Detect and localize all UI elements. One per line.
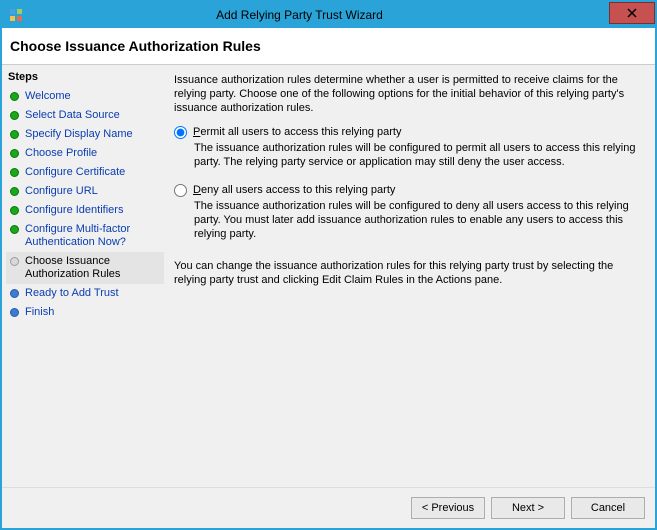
step-bullet-icon <box>10 168 19 177</box>
step-8: Choose Issuance Authorization Rules <box>6 252 164 284</box>
radio-permit-description: The issuance authorization rules will be… <box>194 141 645 169</box>
step-9[interactable]: Ready to Add Trust <box>6 284 164 303</box>
step-0[interactable]: Welcome <box>6 87 164 106</box>
step-bullet-icon <box>10 206 19 215</box>
footer: < Previous Next > Cancel <box>2 487 655 528</box>
step-bullet-icon <box>10 225 19 234</box>
previous-button[interactable]: < Previous <box>411 497 485 519</box>
step-link[interactable]: Ready to Add Trust <box>25 287 119 300</box>
page-title: Choose Issuance Authorization Rules <box>10 38 647 54</box>
option-permit[interactable]: Permit all users to access this relying … <box>174 125 645 139</box>
intro-text: Issuance authorization rules determine w… <box>174 73 645 115</box>
close-button[interactable] <box>609 2 655 24</box>
step-link[interactable]: Select Data Source <box>25 109 120 122</box>
step-bullet-icon <box>10 308 19 317</box>
step-bullet-icon <box>10 111 19 120</box>
step-2[interactable]: Specify Display Name <box>6 125 164 144</box>
radio-deny-description: The issuance authorization rules will be… <box>194 199 645 241</box>
option-deny[interactable]: Deny all users access to this relying pa… <box>174 183 645 197</box>
window-title: Add Relying Party Trust Wizard <box>30 8 609 22</box>
step-link[interactable]: Configure Multi-factor Authentication No… <box>25 223 160 249</box>
cancel-button[interactable]: Cancel <box>571 497 645 519</box>
step-bullet-icon <box>10 130 19 139</box>
step-link[interactable]: Welcome <box>25 90 71 103</box>
next-button[interactable]: Next > <box>491 497 565 519</box>
step-link[interactable]: Choose Profile <box>25 147 97 160</box>
step-bullet-icon <box>10 187 19 196</box>
step-bullet-icon <box>10 149 19 158</box>
step-bullet-icon <box>10 257 19 266</box>
step-7[interactable]: Configure Multi-factor Authentication No… <box>6 220 164 252</box>
titlebar: Add Relying Party Trust Wizard <box>2 2 655 28</box>
step-link[interactable]: Specify Display Name <box>25 128 133 141</box>
step-bullet-icon <box>10 92 19 101</box>
radio-permit[interactable] <box>174 126 187 139</box>
steps-sidebar: Steps Welcome Select Data Source Specify D… <box>2 65 164 487</box>
radio-deny-label[interactable]: Deny all users access to this relying pa… <box>193 183 395 197</box>
app-icon <box>8 7 24 23</box>
step-1[interactable]: Select Data Source <box>6 106 164 125</box>
content-pane: Issuance authorization rules determine w… <box>164 65 655 487</box>
step-link[interactable]: Finish <box>25 306 54 319</box>
step-link[interactable]: Configure Identifiers <box>25 204 123 217</box>
step-5[interactable]: Configure URL <box>6 182 164 201</box>
steps-label: Steps <box>6 69 164 87</box>
wizard-body: Steps Welcome Select Data Source Specify D… <box>2 65 655 487</box>
step-10[interactable]: Finish <box>6 303 164 322</box>
step-label: Choose Issuance Authorization Rules <box>25 255 160 281</box>
radio-deny[interactable] <box>174 184 187 197</box>
steps-list: Welcome Select Data Source Specify Display… <box>6 87 164 322</box>
note-text: You can change the issuance authorizatio… <box>174 259 645 287</box>
wizard-window: Add Relying Party Trust Wizard Choose Is… <box>0 0 657 530</box>
page-header: Choose Issuance Authorization Rules <box>2 28 655 65</box>
step-6[interactable]: Configure Identifiers <box>6 201 164 220</box>
step-link[interactable]: Configure Certificate <box>25 166 125 179</box>
step-link[interactable]: Configure URL <box>25 185 98 198</box>
step-bullet-icon <box>10 289 19 298</box>
step-4[interactable]: Configure Certificate <box>6 163 164 182</box>
step-3[interactable]: Choose Profile <box>6 144 164 163</box>
radio-permit-label[interactable]: Permit all users to access this relying … <box>193 125 401 139</box>
